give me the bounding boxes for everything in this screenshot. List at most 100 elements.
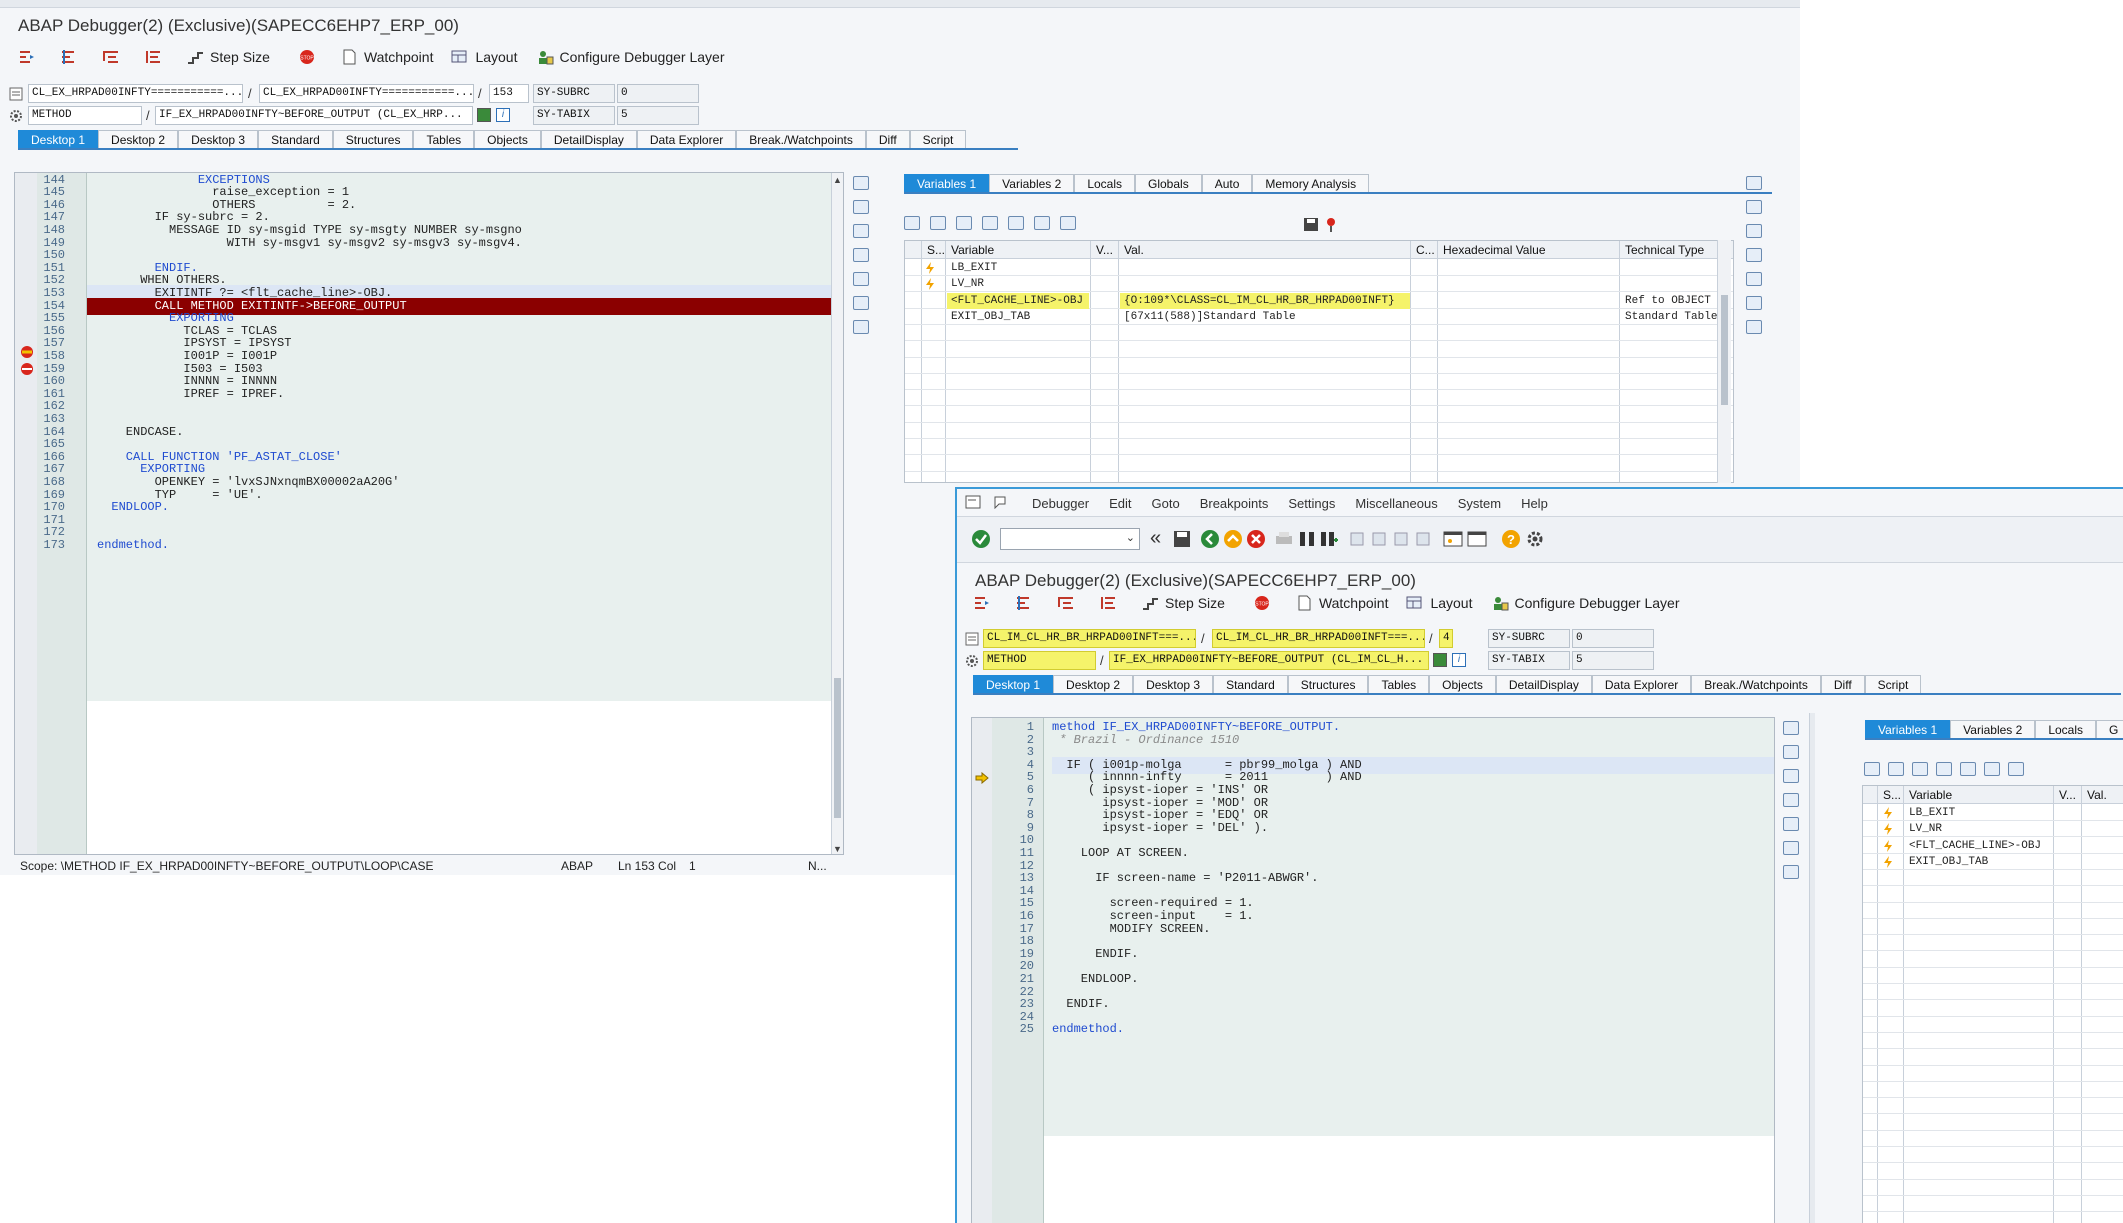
help-icon[interactable]: ? [1501,529,1521,549]
step-into-button[interactable] [18,49,42,65]
col-status[interactable]: S... [1879,786,1905,804]
navigate-icon[interactable] [1433,653,1447,667]
event-field[interactable]: IF_EX_HRPAD00INFTY~BEFORE_OUTPUT (CL_EX_… [155,106,473,125]
editor-scrollbar[interactable]: ▲ ▼ [831,173,843,854]
new-session-icon[interactable] [1443,530,1463,548]
next-page-icon[interactable] [1393,531,1409,547]
tab-desktop-2[interactable]: Desktop 2 [1053,675,1134,693]
variable-row[interactable]: LV_NR [905,276,1733,293]
col-status[interactable]: S... [923,241,945,259]
scroll-up-icon[interactable]: ▲ [833,175,842,185]
menu-debugger[interactable]: Debugger [1032,496,1089,511]
editor-scroll-thumb[interactable] [834,678,841,818]
tab-standard[interactable]: Standard [258,130,333,148]
variable-row[interactable] [1863,1082,2123,1099]
variable-row[interactable] [905,472,1733,482]
variable-name[interactable]: EXIT_OBJ_TAB [947,309,1089,325]
variable-name[interactable]: LB_EXIT [947,260,1089,276]
variable-row[interactable] [1863,984,2123,1001]
variable-row[interactable] [1863,1115,2123,1131]
col-variable[interactable]: Variable [1905,786,2045,804]
variable-name[interactable]: EXIT_OBJ_TAB [1905,854,2051,870]
save-icon[interactable] [1173,530,1191,548]
variable-row[interactable] [905,325,1733,342]
menu-breakpoints[interactable]: Breakpoints [1200,496,1269,511]
last-page-icon[interactable] [1415,531,1431,547]
variable-row[interactable]: LB_EXIT [1863,805,2123,821]
variable-row[interactable] [1863,887,2123,903]
variable-row[interactable] [905,374,1733,391]
step-size-button[interactable]: Step Size [1141,595,1225,611]
stop-button[interactable]: STOP [1253,595,1277,611]
export-icon[interactable] [1912,762,1928,776]
tab-script[interactable]: Script [909,130,967,148]
configure-layer-button[interactable]: Configure Debugger Layer [1491,595,1680,611]
stop-button[interactable]: STOP [298,49,322,65]
tab-structures[interactable]: Structures [332,130,414,148]
code-line[interactable]: endmethod. [97,537,831,554]
import-icon[interactable] [1888,762,1904,776]
menu-edit[interactable]: Edit [1109,496,1131,511]
delete-all-icon[interactable] [1936,762,1952,776]
watchpoint-button[interactable]: Watchpoint [340,49,433,65]
close-icon[interactable] [1746,248,1762,262]
refresh-icon[interactable] [1746,296,1762,310]
return-button[interactable] [102,49,126,65]
variable-row[interactable] [1863,968,2123,984]
delete-icon[interactable] [1864,762,1880,776]
save-icon[interactable] [1783,745,1799,759]
tab-diff[interactable]: Diff [865,130,910,148]
variable-value[interactable]: {O:109*\CLASS=CL_IM_CL_HR_BR_HRPAD00INFT… [1120,292,1410,309]
tab-data-explorer[interactable]: Data Explorer [636,130,737,148]
tab-tables[interactable]: Tables [413,130,475,148]
col-v[interactable]: V... [1092,241,1118,259]
var-tab-memory-analysis[interactable]: Memory Analysis [1252,174,1370,192]
objects-icon[interactable] [1008,216,1024,230]
variable-name[interactable]: <FLT_CACHE_LINE>-OBJ [947,292,1089,309]
return-button[interactable] [1057,595,1081,611]
tab-desktop-1[interactable]: Desktop 1 [18,130,99,148]
variable-row[interactable] [905,407,1733,423]
variable-row[interactable] [1863,1001,2123,1017]
variable-row[interactable]: <FLT_CACHE_LINE>-OBJ {O:109*\CLASS=CL_IM_… [905,292,1733,309]
config-icon[interactable] [1783,769,1799,783]
scroll-down-icon[interactable]: ▼ [833,844,842,854]
first-page-icon[interactable] [1349,531,1365,547]
step-into-button[interactable] [973,595,997,611]
variable-row[interactable]: LB_EXIT [905,260,1733,276]
variables-scrollbar[interactable] [1717,240,1731,483]
swap-icon[interactable] [853,272,869,286]
settings-icon[interactable] [1525,529,1545,549]
objects-icon[interactable] [1960,762,1976,776]
variable-row[interactable] [1863,1033,2123,1050]
delete-icon[interactable] [904,216,920,230]
tab-diff[interactable]: Diff [1820,675,1865,693]
variables-scroll-thumb[interactable] [1721,295,1728,405]
variable-row[interactable] [1863,1164,2123,1180]
col-v[interactable]: V... [2055,786,2081,804]
step-over-button[interactable] [1015,595,1039,611]
variable-row[interactable] [905,358,1733,374]
continue-button[interactable] [1099,595,1123,611]
layout-icon[interactable] [1783,721,1799,735]
config-icon[interactable] [853,224,869,238]
line-field[interactable]: 153 [489,84,529,103]
command-field[interactable]: ⌄ [1000,528,1140,550]
variable-row[interactable] [1863,935,2123,952]
save-icon[interactable] [1303,217,1319,232]
enter-icon[interactable] [971,529,991,549]
var-tab-globals[interactable]: Globals [1135,174,1202,192]
variable-value[interactable]: [67x11(588)]Standard Table [1120,309,1410,325]
save-icon[interactable] [1746,200,1762,214]
tab-standard[interactable]: Standard [1213,675,1288,693]
menu-system[interactable]: System [1458,496,1501,511]
refresh-icon[interactable] [853,296,869,310]
variable-row[interactable] [1863,1050,2123,1066]
col-c[interactable]: C... [1412,241,1438,259]
tab-structures[interactable]: Structures [1287,675,1369,693]
variable-name[interactable]: LV_NR [1905,821,2051,837]
navigate-icon[interactable] [477,108,491,122]
continue-button[interactable] [144,49,168,65]
shortcut-icon[interactable] [1467,530,1487,548]
layout-button[interactable]: Layout [1406,595,1473,611]
